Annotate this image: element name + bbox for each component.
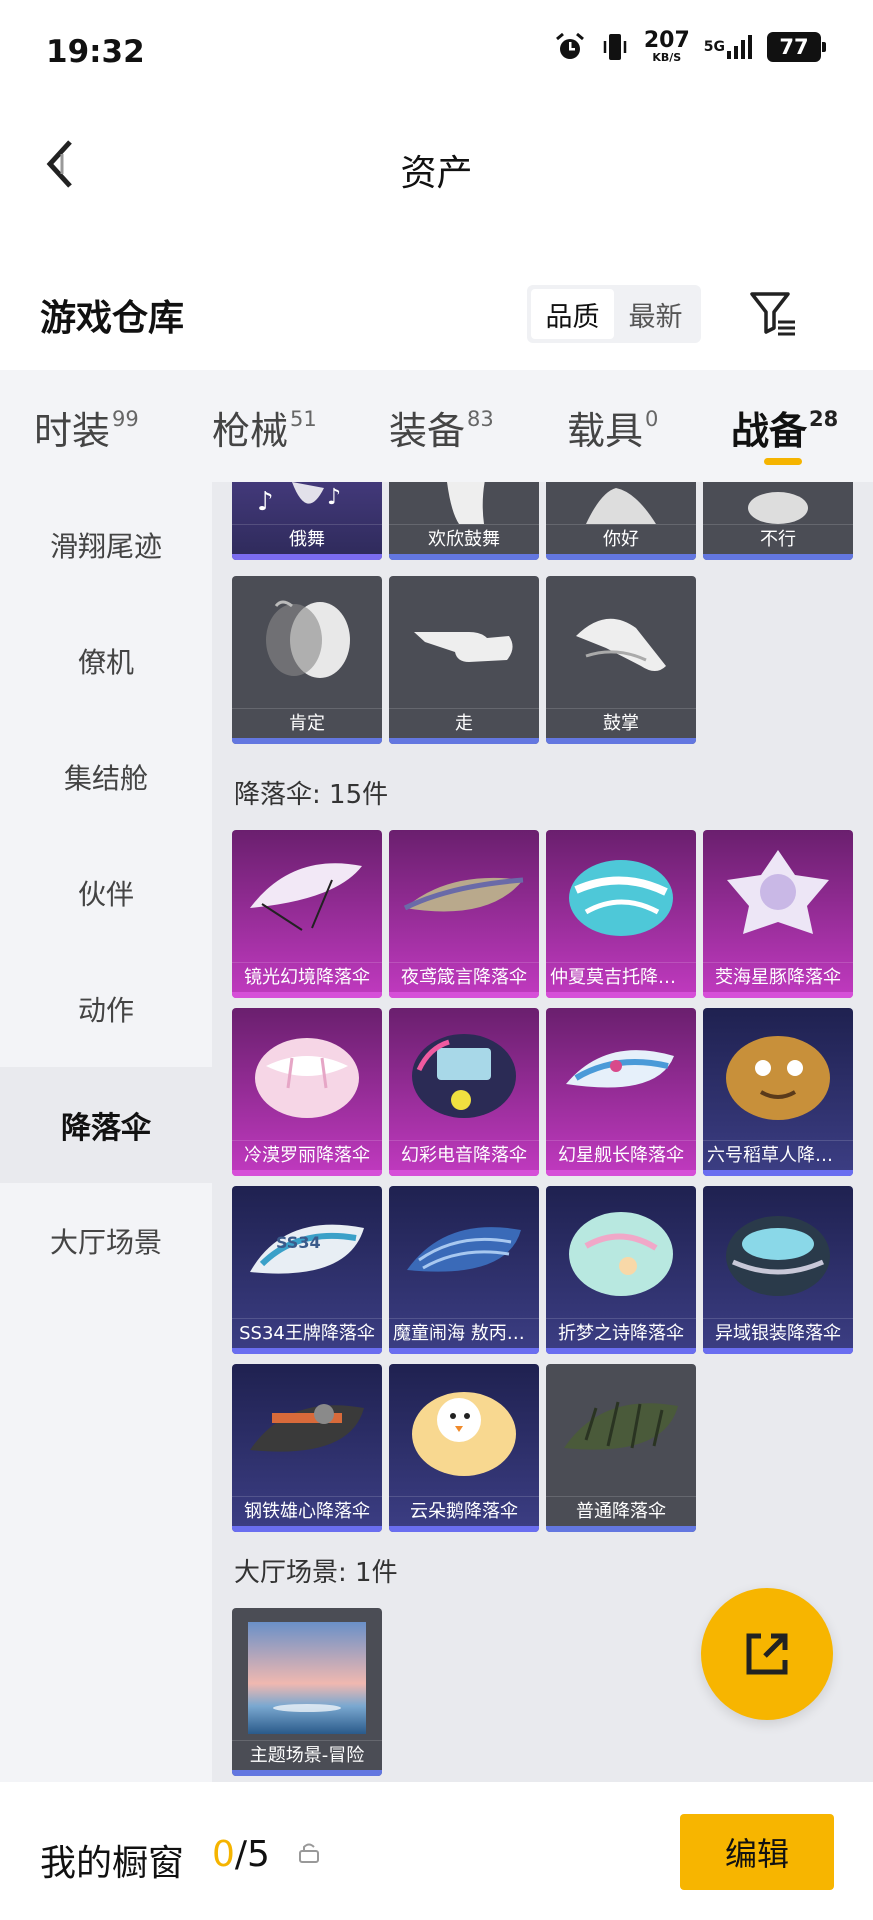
lock-icon xyxy=(297,1840,321,1868)
status-time: 19:32 xyxy=(46,34,145,70)
parachute-tile[interactable]: 钢铁雄心降落伞 xyxy=(232,1364,382,1532)
page-title: 资产 xyxy=(400,153,473,194)
parachute-tile[interactable]: 幻星舰长降落伞 xyxy=(546,1008,696,1176)
parachute-tile[interactable]: 仲夏莫吉托降落伞 xyxy=(546,830,696,998)
category-tabs: 时装99 枪械51 装备83 载具0 战备28 xyxy=(0,370,873,482)
svg-text:♪: ♪ xyxy=(257,487,274,517)
share-icon xyxy=(746,1633,788,1675)
no-art xyxy=(748,492,808,524)
battery-indicator: 77 xyxy=(767,31,826,62)
item-tile[interactable]: 肯定 xyxy=(232,576,382,744)
svg-text:SS34: SS34 xyxy=(276,1233,321,1252)
item-tile[interactable]: 欢欣鼓舞 xyxy=(389,482,539,560)
item-tile[interactable]: 鼓掌 xyxy=(546,576,696,744)
sidebar-item-assembly-pod[interactable]: 集结舱 xyxy=(0,719,212,835)
sort-quality-button[interactable]: 品质 xyxy=(531,289,614,339)
share-fab[interactable] xyxy=(701,1588,833,1720)
nod-art xyxy=(266,600,350,678)
parachute-tile[interactable]: 折梦之诗降落伞 xyxy=(546,1186,696,1354)
filter-icon xyxy=(750,292,795,336)
sidebar-item-lobby-scene[interactable]: 大厅场景 xyxy=(0,1183,212,1299)
tab-vehicles[interactable]: 载具0 xyxy=(567,400,658,455)
status-icons: 207 KB/S 5G 77 xyxy=(554,28,826,64)
item-tile[interactable]: 走 xyxy=(389,576,539,744)
parachute-tile[interactable]: SS34 SS34王牌降落伞 xyxy=(232,1186,382,1354)
hello-art xyxy=(586,488,656,524)
parachute-tile[interactable]: 茭海星豚降落伞 xyxy=(703,830,853,998)
dance-art: ♪ ♪ xyxy=(257,482,341,517)
parachute-tile[interactable]: 魔童闹海 敖丙降落伞 xyxy=(389,1186,539,1354)
bottom-bar: 我的橱窗 0/5 编辑 xyxy=(0,1782,873,1920)
sort-newest-button[interactable]: 最新 xyxy=(614,289,697,339)
tab-fashion[interactable]: 时装99 xyxy=(34,400,139,455)
tab-combat-prep[interactable]: 战备28 xyxy=(731,400,838,455)
item-tile[interactable]: 不行 xyxy=(703,482,853,560)
svg-text:♪: ♪ xyxy=(327,485,341,510)
parachute-tile[interactable]: 云朵鹅降落伞 xyxy=(389,1364,539,1532)
item-tile[interactable]: 你好 xyxy=(546,482,696,560)
alarm-icon xyxy=(554,31,586,63)
parachute-tile[interactable]: 冷漠罗丽降落伞 xyxy=(232,1008,382,1176)
sidebar-item-parachute[interactable]: 降落伞 xyxy=(0,1067,212,1183)
parachute-tile[interactable]: 幻彩电音降落伞 xyxy=(389,1008,539,1176)
status-bar: 19:32 207 KB/S 5G 77 xyxy=(0,0,873,104)
item-grid-panel: ♪ ♪ 俄舞 欢欣鼓舞 你好 不行 肯定 走 鼓掌 降落伞: 15件 镜光幻境降落… xyxy=(212,482,873,1782)
sort-segmented-control: 品质 最新 xyxy=(527,285,701,343)
point-art xyxy=(414,632,513,662)
top-nav: 资产 xyxy=(0,104,873,228)
parachute-tile[interactable]: 异域银装降落伞 xyxy=(703,1186,853,1354)
lobby-scene-tile[interactable]: 主题场景-冒险 xyxy=(232,1608,382,1776)
parachute-tile[interactable]: 夜鸢箴言降落伞 xyxy=(389,830,539,998)
showcase-count: 0/5 xyxy=(212,1834,270,1875)
tab-equipment[interactable]: 装备83 xyxy=(389,400,494,455)
active-tab-indicator xyxy=(764,458,802,465)
sidebar-item-wingman[interactable]: 僚机 xyxy=(0,603,212,719)
parachute-tile[interactable]: 六号稻草人降落伞 xyxy=(703,1008,853,1176)
cheer-art xyxy=(447,482,485,524)
signal-icon: 5G xyxy=(704,33,753,61)
edit-button[interactable]: 编辑 xyxy=(680,1814,834,1890)
parachute-tile[interactable]: 镜光幻境降落伞 xyxy=(232,830,382,998)
warehouse-header: 游戏仓库 品质 最新 xyxy=(0,265,873,365)
filter-button[interactable] xyxy=(744,285,802,343)
lobby-section-title: 大厅场景: 1件 xyxy=(234,1558,398,1588)
sidebar: 滑翔尾迹 僚机 集结舱 伙伴 动作 降落伞 大厅场景 xyxy=(0,482,212,1782)
sidebar-item-partner[interactable]: 伙伴 xyxy=(0,835,212,951)
item-tile[interactable]: ♪ ♪ 俄舞 xyxy=(232,482,382,560)
sidebar-item-glide-trail[interactable]: 滑翔尾迹 xyxy=(0,487,212,603)
parachute-section-title: 降落伞: 15件 xyxy=(234,780,389,810)
network-speed: 207 KB/S xyxy=(643,28,690,64)
showcase-label: 我的橱窗 xyxy=(40,1843,185,1884)
tab-firearms[interactable]: 枪械51 xyxy=(212,400,317,455)
vibrate-icon xyxy=(600,31,630,63)
warehouse-title: 游戏仓库 xyxy=(40,298,185,339)
sidebar-item-actions[interactable]: 动作 xyxy=(0,951,212,1067)
clap-art xyxy=(576,618,666,671)
parachute-tile[interactable]: 普通降落伞 xyxy=(546,1364,696,1532)
